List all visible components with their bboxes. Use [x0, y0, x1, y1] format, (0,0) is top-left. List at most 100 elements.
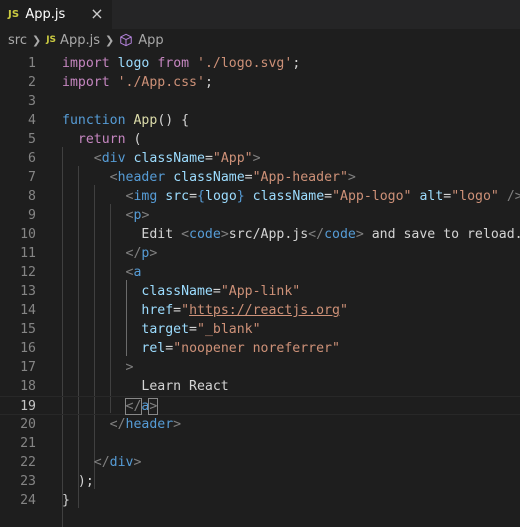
- code-token: >: [133, 455, 142, 470]
- line-number: 2: [28, 75, 36, 90]
- code-token: "App": [212, 151, 253, 166]
- code-token: >: [252, 151, 261, 166]
- code-token: https://reactjs.org: [189, 303, 340, 318]
- code-token: <: [181, 227, 190, 242]
- code-token: =: [165, 341, 174, 356]
- code-editor[interactable]: 1 import logo from './logo.svg'; 2 import '…: [0, 52, 520, 527]
- code-token: <: [93, 151, 102, 166]
- code-text: </p>: [62, 244, 158, 263]
- breadcrumb-symbol[interactable]: App: [138, 33, 163, 48]
- code-token: App: [133, 113, 158, 128]
- code-line[interactable]: 8 <img src={logo} className="App-logo" a…: [0, 187, 520, 206]
- code-line[interactable]: 16 rel="noopener noreferrer": [0, 339, 520, 358]
- code-text: import './App.css';: [62, 73, 213, 92]
- code-token: );: [62, 474, 94, 489]
- code-token: =: [189, 189, 198, 204]
- code-line[interactable]: 1 import logo from './logo.svg';: [0, 54, 520, 73]
- code-line[interactable]: 9 <p>: [0, 206, 520, 225]
- line-number: 3: [28, 94, 36, 109]
- code-text: return (: [62, 130, 142, 149]
- code-token: code: [189, 227, 221, 242]
- code-text: <div className="App">: [62, 149, 261, 168]
- code-text: <a: [62, 263, 142, 282]
- code-line[interactable]: 18 Learn React: [0, 377, 520, 396]
- code-line[interactable]: 12 <a: [0, 263, 520, 282]
- code-token: =: [244, 170, 253, 185]
- code-line[interactable]: 2 import './App.css';: [0, 73, 520, 92]
- code-text: );: [62, 472, 94, 491]
- code-token: >: [125, 360, 134, 375]
- code-token: className: [133, 151, 205, 166]
- code-line[interactable]: 23 );: [0, 472, 520, 491]
- code-line[interactable]: 5 return (: [0, 130, 520, 149]
- breadcrumb-folder[interactable]: src: [8, 33, 27, 48]
- code-token: >: [148, 398, 159, 415]
- code-token: =: [173, 303, 182, 318]
- line-number: 4: [28, 113, 36, 128]
- code-line[interactable]: 10 Edit <code>src/App.js</code> and save…: [0, 225, 520, 244]
- close-icon[interactable]: ×: [89, 5, 105, 23]
- code-token: }: [236, 189, 245, 204]
- code-token: >: [347, 170, 356, 185]
- code-text: import logo from './logo.svg';: [62, 54, 300, 73]
- line-number: 17: [20, 360, 36, 375]
- code-line[interactable]: 20 </header>: [0, 415, 520, 434]
- code-line[interactable]: 22 </div>: [0, 453, 520, 472]
- code-text: >: [62, 358, 134, 377]
- code-token: logo: [117, 56, 150, 71]
- code-line[interactable]: 14 href="https://reactjs.org": [0, 301, 520, 320]
- code-line[interactable]: 24}: [0, 491, 520, 510]
- code-text: target="_blank": [62, 320, 260, 339]
- code-text: </a>: [62, 397, 159, 416]
- code-token: div: [109, 455, 134, 470]
- code-token: logo: [205, 189, 237, 204]
- code-token: />: [506, 189, 520, 204]
- code-text: Edit <code>src/App.js</code> and save to…: [62, 225, 520, 244]
- code-line[interactable]: 15 target="_blank": [0, 320, 520, 339]
- code-token: ": [339, 303, 348, 318]
- code-token: =: [324, 189, 333, 204]
- breadcrumb-file[interactable]: App.js: [60, 33, 100, 48]
- code-token: (: [125, 132, 142, 147]
- code-token: () {: [157, 113, 190, 128]
- code-line[interactable]: 11 </p>: [0, 244, 520, 263]
- code-token: >: [173, 417, 182, 432]
- line-number: 24: [20, 493, 36, 508]
- code-token: className: [141, 284, 213, 299]
- code-token: </: [93, 455, 110, 470]
- code-line[interactable]: 7 <header className="App-header">: [0, 168, 520, 187]
- code-token: >: [141, 208, 150, 223]
- cube-icon: [120, 33, 132, 47]
- line-number: 16: [20, 341, 36, 356]
- line-number: 1: [28, 56, 36, 71]
- js-file-icon: JS: [8, 9, 20, 20]
- tab-app-js[interactable]: JS App.js ×: [0, 0, 112, 29]
- code-token: ": [181, 303, 190, 318]
- code-token: code: [324, 227, 356, 242]
- line-number: 21: [20, 436, 36, 451]
- code-text: <header className="App-header">: [62, 168, 356, 187]
- code-token: src/App.js: [228, 227, 309, 242]
- code-line[interactable]: 6 <div className="App">: [0, 149, 520, 168]
- code-token: return: [77, 132, 126, 147]
- code-line[interactable]: 4 function App() {: [0, 111, 520, 130]
- code-line[interactable]: 17 >: [0, 358, 520, 377]
- code-token: >: [149, 246, 158, 261]
- code-line[interactable]: 13 className="App-link": [0, 282, 520, 301]
- line-number: 18: [20, 379, 36, 394]
- code-line[interactable]: 3: [0, 92, 520, 111]
- code-text: rel="noopener noreferrer": [62, 339, 340, 358]
- code-line[interactable]: 21: [0, 434, 520, 453]
- line-number: 12: [20, 265, 36, 280]
- line-number: 5: [28, 132, 36, 147]
- code-line[interactable]: 19 </a>: [0, 396, 520, 415]
- code-token: div: [101, 151, 126, 166]
